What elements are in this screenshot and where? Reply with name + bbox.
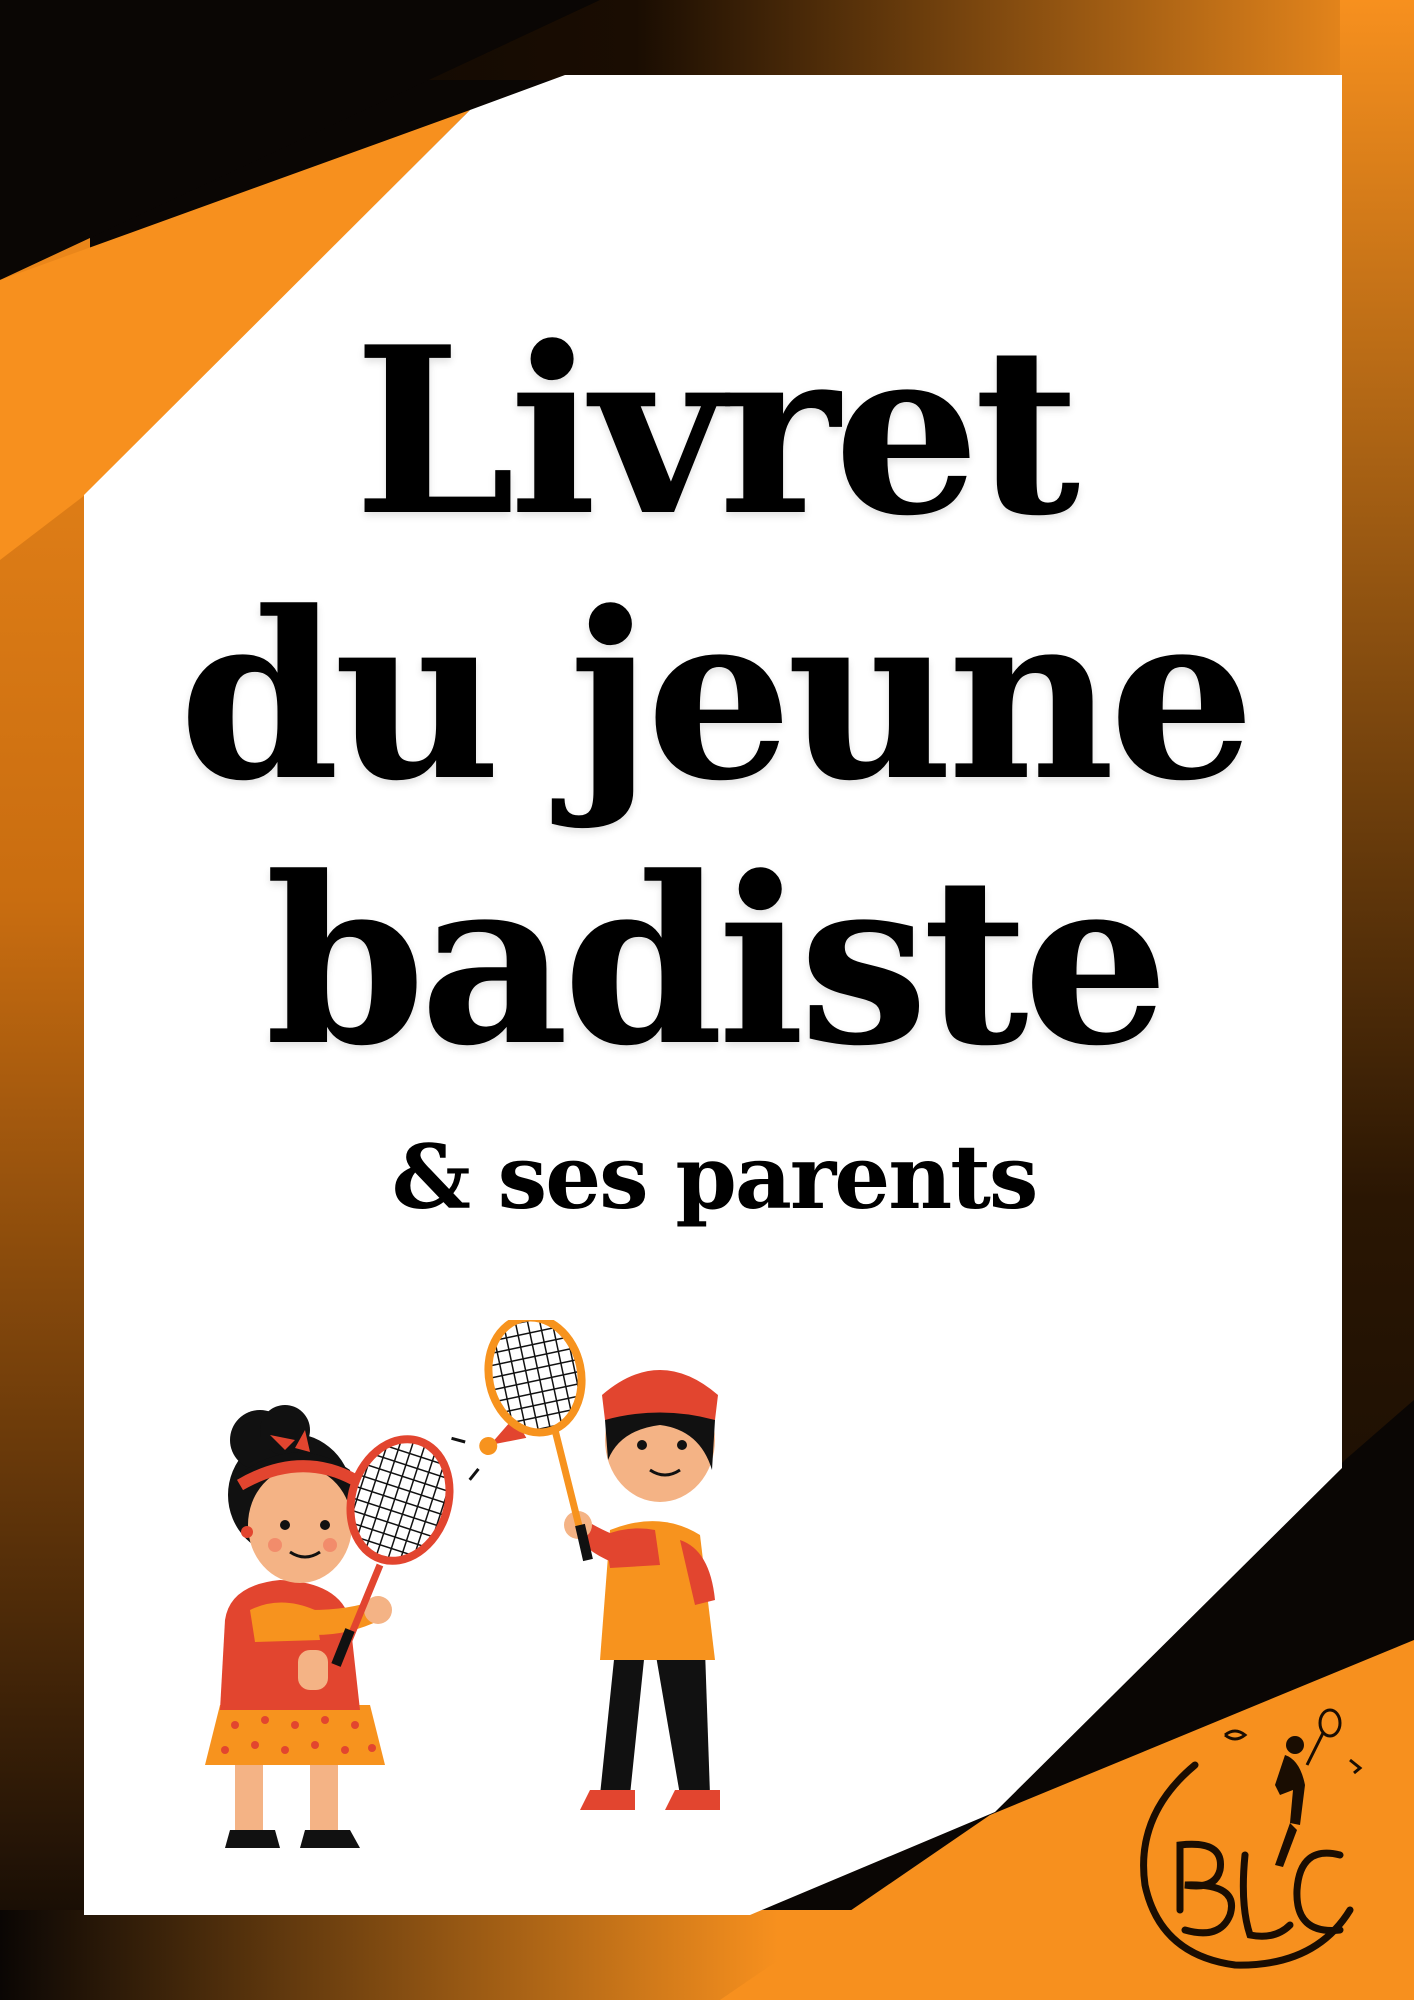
cover-title: Livret du jeune badiste [84,300,1344,1095]
title-line-3: badiste [264,827,1169,1097]
girl-figure [205,1405,454,1848]
title-line-1: Livret [353,297,1080,567]
cover-page: Livret du jeune badiste & ses parents [0,0,1414,2000]
boy-figure [484,1320,720,1810]
club-logo-icon [1140,1708,1363,1969]
kids-playing-badminton-icon [205,1320,720,1848]
cover-subtitle: & ses parents [391,1125,1039,1229]
title-line-2: du jeune [178,562,1255,832]
